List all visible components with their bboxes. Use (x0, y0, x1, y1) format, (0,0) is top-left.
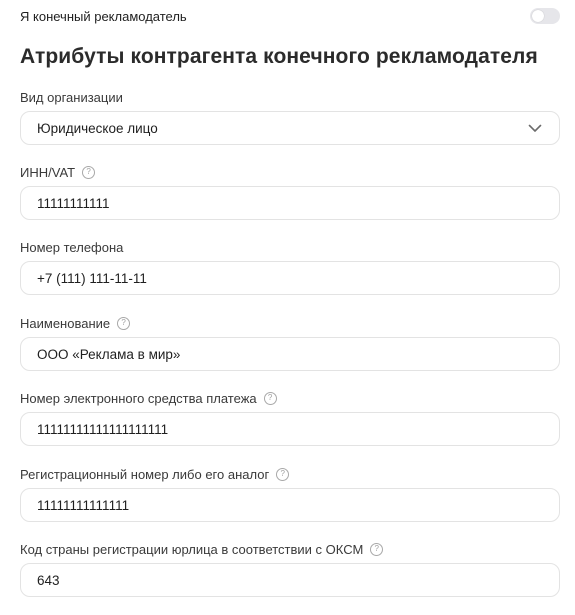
phone-label-text: Номер телефона (20, 239, 124, 255)
phone-field: Номер телефона +7 (111) 111-11-11 (20, 238, 560, 295)
reg-number-value: 11111111111111 (37, 497, 130, 513)
section-title: Атрибуты контрагента конечного рекламода… (20, 45, 538, 68)
end-advertiser-row: Я конечный рекламодатель (20, 0, 560, 32)
phone-value: +7 (111) 111-11-11 (37, 270, 147, 286)
payment-number-label: Номер электронного средства платежа ? (20, 389, 560, 407)
chevron-down-icon (528, 124, 542, 132)
phone-input[interactable]: +7 (111) 111-11-11 (20, 261, 560, 295)
country-code-field: Код страны регистрации юрлица в соответс… (20, 540, 560, 597)
toggle-knob (532, 10, 544, 22)
country-code-label-text: Код страны регистрации юрлица в соответс… (20, 541, 364, 557)
name-label-text: Наименование (20, 315, 111, 331)
country-code-help-icon[interactable]: ? (370, 542, 384, 556)
inn-value: 11111111111 (37, 195, 110, 211)
inn-help-icon[interactable]: ? (82, 165, 96, 179)
org-type-label: Вид организации (20, 88, 560, 106)
payment-number-input[interactable]: 11111111111111111111 (20, 412, 560, 446)
end-advertiser-label: Я конечный рекламодатель (20, 8, 187, 24)
payment-number-help-icon[interactable]: ? (263, 391, 277, 405)
org-type-value: Юридическое лицо (37, 120, 158, 136)
country-code-value: 643 (37, 572, 60, 588)
org-type-field: Вид организации Юридическое лицо (20, 88, 560, 145)
reg-number-field: Регистрационный номер либо его аналог ? … (20, 465, 560, 522)
reg-number-help-icon[interactable]: ? (276, 467, 290, 481)
name-label: Наименование ? (20, 314, 560, 332)
phone-label: Номер телефона (20, 238, 560, 256)
inn-label-text: ИНН/VAT (20, 164, 76, 180)
name-value: ООО «Реклама в мир» (37, 346, 181, 362)
reg-number-label: Регистрационный номер либо его аналог ? (20, 465, 560, 483)
name-help-icon[interactable]: ? (117, 316, 131, 330)
inn-input[interactable]: 11111111111 (20, 186, 560, 220)
payment-number-label-text: Номер электронного средства платежа (20, 390, 257, 406)
reg-number-label-text: Регистрационный номер либо его аналог (20, 466, 270, 482)
payment-number-value: 11111111111111111111 (37, 421, 169, 437)
payment-number-field: Номер электронного средства платежа ? 11… (20, 389, 560, 446)
inn-field: ИНН/VAT ? 11111111111 (20, 163, 560, 220)
inn-label: ИНН/VAT ? (20, 163, 560, 181)
reg-number-input[interactable]: 11111111111111 (20, 488, 560, 522)
name-input[interactable]: ООО «Реклама в мир» (20, 337, 560, 371)
org-type-select[interactable]: Юридическое лицо (20, 111, 560, 145)
country-code-label: Код страны регистрации юрлица в соответс… (20, 540, 560, 558)
country-code-input[interactable]: 643 (20, 563, 560, 597)
org-type-label-text: Вид организации (20, 89, 123, 105)
end-advertiser-toggle[interactable] (530, 8, 560, 24)
name-field: Наименование ? ООО «Реклама в мир» (20, 314, 560, 371)
